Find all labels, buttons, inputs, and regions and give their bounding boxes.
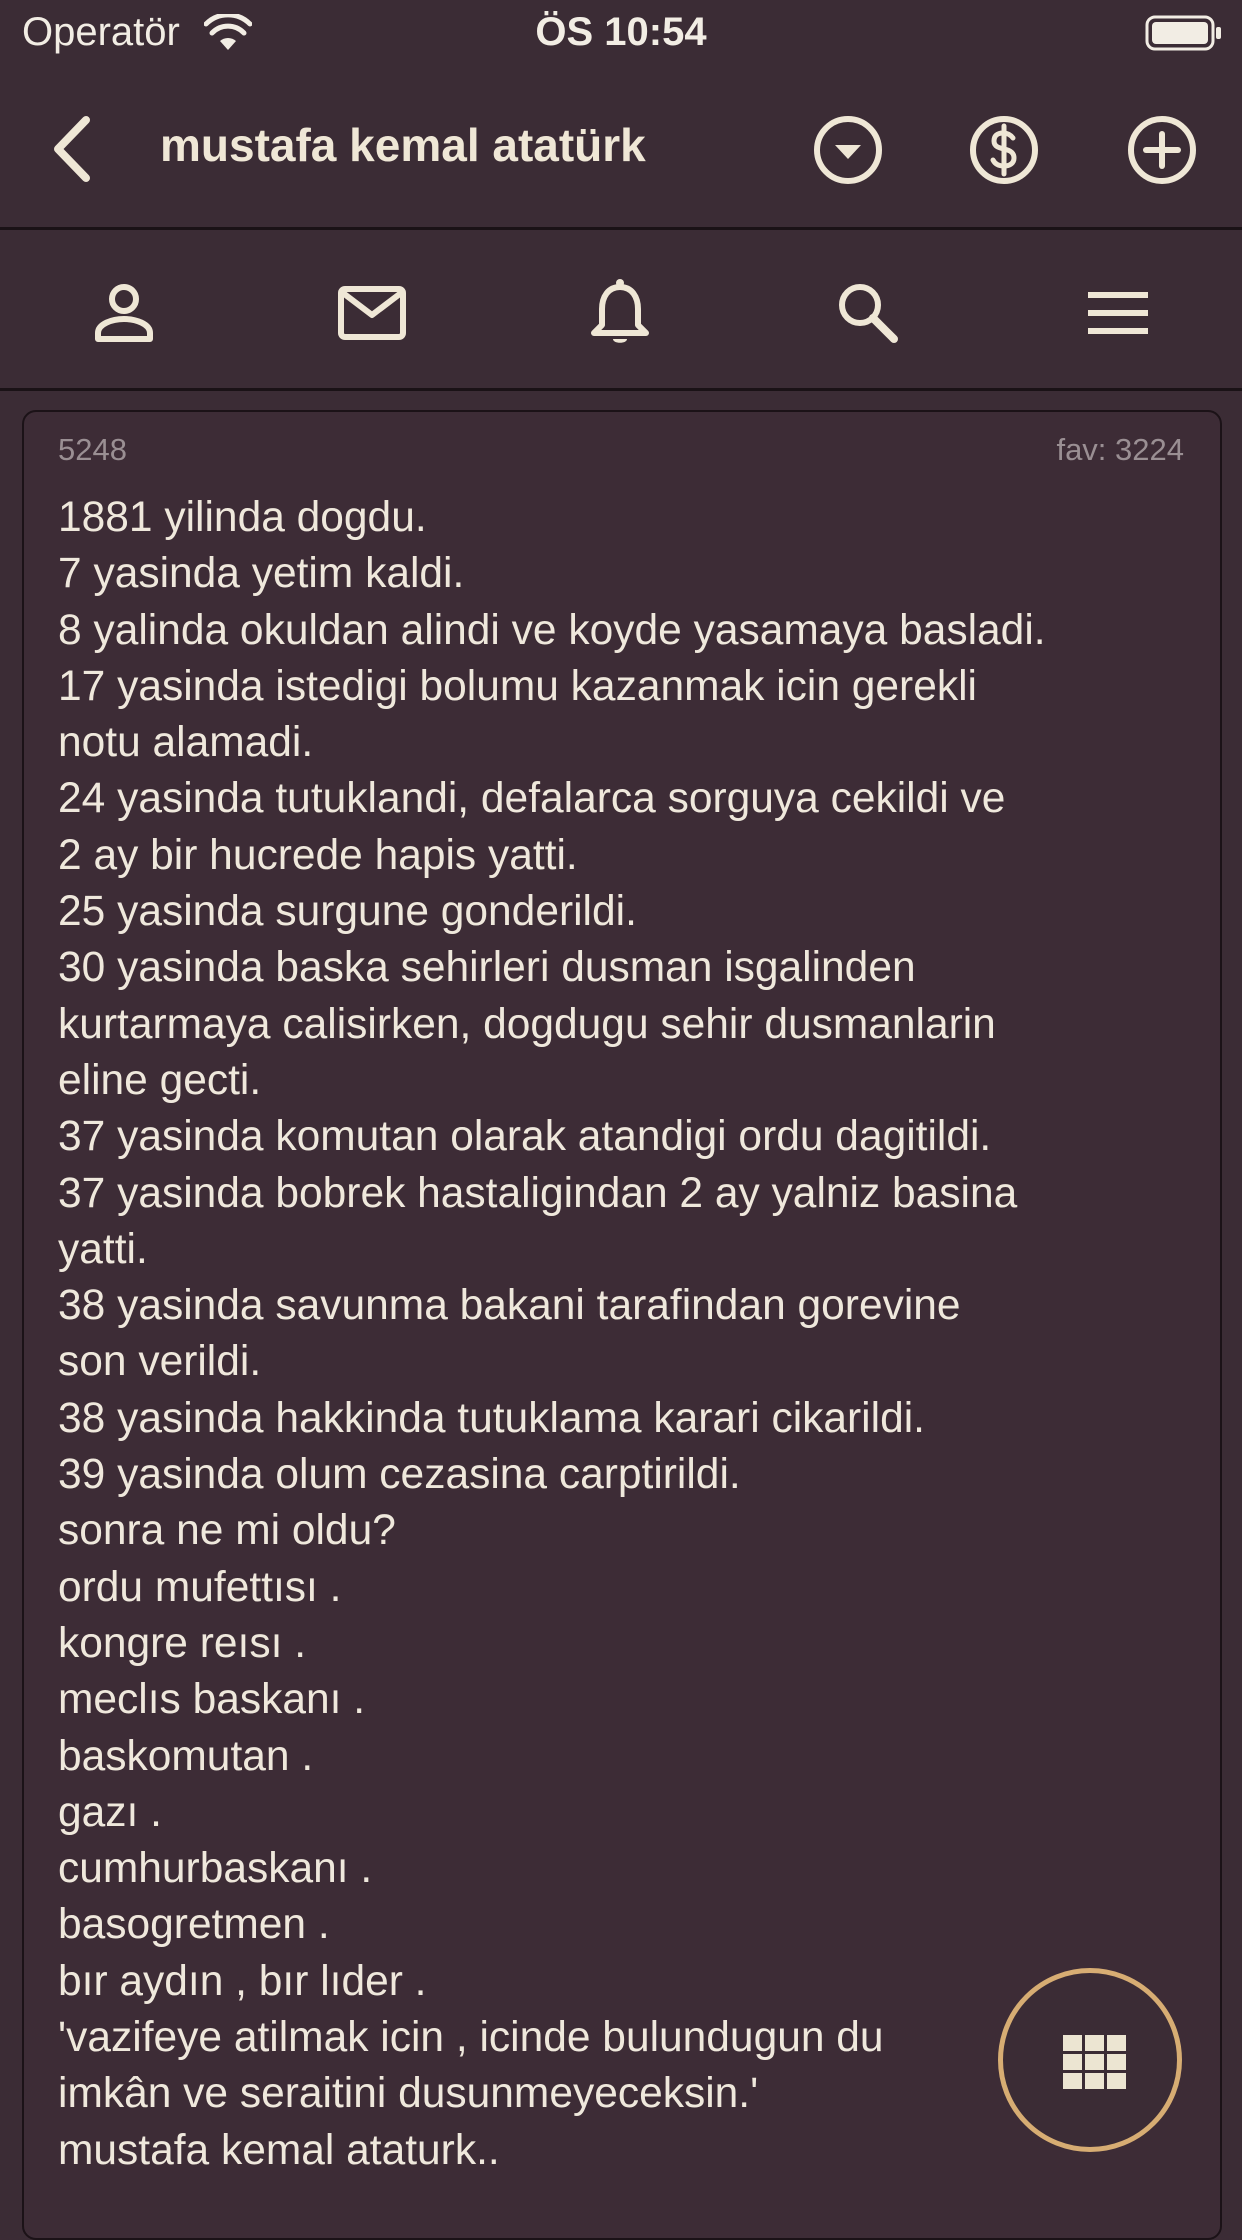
grid-icon xyxy=(1063,2035,1126,2089)
nav-bar: mustafa kemal atatürk xyxy=(0,66,1242,230)
entry-line: basogretmen . xyxy=(58,1901,330,1949)
entry-line: 38 yasinda hakkinda tutuklama karari cik… xyxy=(58,1394,925,1442)
entry-line: 8 yalinda okuldan alindi ve koyde yasama… xyxy=(58,606,1046,654)
status-time: ÖS 10:54 xyxy=(535,10,707,54)
dollar-circle-icon[interactable] xyxy=(968,114,1040,186)
entry-line: eline gecti. xyxy=(58,1056,262,1104)
entry-line: meclıs baskanı . xyxy=(58,1676,366,1724)
entry-id: 5248 xyxy=(58,432,127,467)
entry-line: 38 yasinda savunma bakani tarafindan gor… xyxy=(58,1282,961,1330)
entry-line: 24 yasinda tutuklandi, defalarca sorguya… xyxy=(58,775,1006,823)
entry-line: 37 yasinda komutan olarak atandigi ordu … xyxy=(58,1113,992,1161)
entry-line: gazı . xyxy=(58,1788,162,1836)
fav-count: fav: 3224 xyxy=(1056,432,1184,467)
user-icon[interactable] xyxy=(88,277,160,349)
entry-line: kongre reısı . xyxy=(58,1619,307,1667)
chevron-down-circle-icon[interactable] xyxy=(812,114,884,186)
entry-line: ordu mufettısı . xyxy=(58,1563,342,1611)
entry-line: 1881 yilinda dogdu. xyxy=(58,494,427,541)
entry-line: 7 yasinda yetim kaldi. xyxy=(58,550,465,598)
entry-line: cumhurbaskanı . xyxy=(58,1845,373,1893)
entry-text: 1881 yilinda dogdu. 7 yasinda yetim kaldi… xyxy=(58,490,1208,2179)
grid-button[interactable] xyxy=(998,1968,1182,2152)
back-icon[interactable] xyxy=(40,112,100,186)
entry-line: son verildi. xyxy=(58,1338,262,1386)
battery-icon xyxy=(1145,15,1221,51)
entry-line: sonra ne mi oldu? xyxy=(58,1507,396,1555)
toolbar xyxy=(0,233,1242,391)
entry-line: 39 yasinda olum cezasina carptirildi. xyxy=(58,1451,741,1499)
status-bar: Operatör ÖS 10:54 xyxy=(0,0,1242,66)
entry-line: 30 yasinda baska sehirleri dusman isgali… xyxy=(58,944,916,992)
entry-line: 37 yasinda bobrek hastaligindan 2 ay yal… xyxy=(58,1169,1018,1217)
mail-icon[interactable] xyxy=(336,277,408,349)
page-title: mustafa kemal atatürk xyxy=(160,119,646,171)
entry-line: notu alamadi. xyxy=(58,719,314,767)
entry-line: 25 yasinda surgune gonderildi. xyxy=(58,888,637,936)
entry-line: kurtarmaya calisirken, dogdugu sehir dus… xyxy=(58,1000,996,1048)
bell-icon[interactable] xyxy=(584,277,656,349)
entry-line: 17 yasinda istedigi bolumu kazanmak icin… xyxy=(58,662,977,710)
plus-circle-icon[interactable] xyxy=(1126,114,1198,186)
menu-icon[interactable] xyxy=(1082,277,1154,349)
entry-card[interactable]: 5248 fav: 3224 1881 yilinda dogdu. 7 yasi… xyxy=(22,410,1222,2240)
search-icon[interactable] xyxy=(832,277,904,349)
entry-line: baskomutan . xyxy=(58,1732,314,1780)
entry-line: yatti. xyxy=(58,1225,148,1273)
entry-line: 2 ay bir hucrede hapis yatti. xyxy=(58,831,578,879)
